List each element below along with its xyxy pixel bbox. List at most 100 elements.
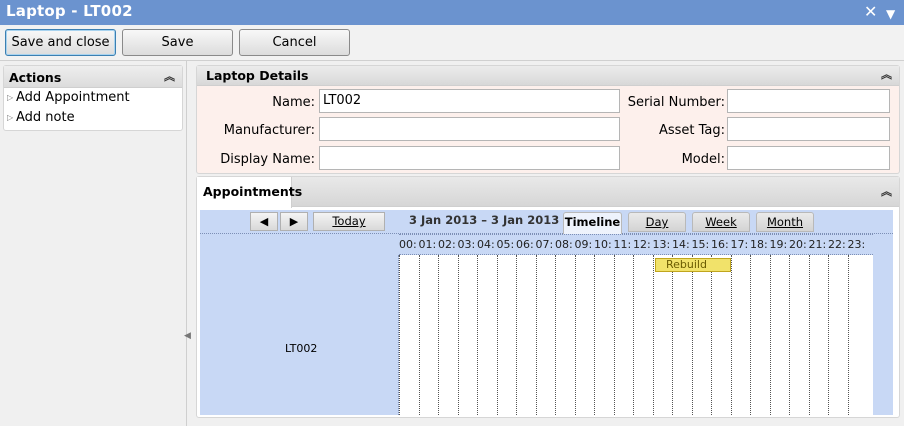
expand-triangle-icon: ▷ [7,113,14,122]
actions-title: Actions [9,70,62,85]
hour-gridline [711,255,712,415]
hour-gridline [594,255,595,415]
display-name-field[interactable] [319,146,620,170]
hour-label: 06: [516,238,534,251]
hour-label: 20: [789,238,807,251]
serial-number-label: Serial Number: [627,95,725,110]
hour-gridline [652,255,654,415]
save-button[interactable]: Save [122,29,233,56]
hour-label: 18: [750,238,768,251]
toolbar: Save and close Save Cancel [0,25,904,61]
hour-label: 04: [477,238,495,251]
manufacturer-label: Manufacturer: [223,123,315,138]
hour-label: 15: [691,238,710,251]
tab-day[interactable]: Day [628,212,686,232]
tab-week[interactable]: Week [692,212,750,232]
action-add-note[interactable]: ▷ Add note [4,108,182,128]
model-label: Model: [681,152,725,167]
hour-label: 05: [496,238,515,251]
appointments-panel: ︽ Appointments ◀ ▶ Today 3 Jan 2013 – 3 … [196,176,900,418]
hour-gridline [808,255,810,415]
hour-gridline [750,255,751,415]
collapse-icon[interactable]: ︽ [881,183,892,199]
details-title: Laptop Details [206,68,309,83]
window-titlebar: Laptop - LT002 ✕ ▼ [0,0,904,25]
timeline-hours-header: 00: 01: 02: 03: 04: 05: 06: 07: 08: 09: 10: 11: 12: 1… [399,234,873,255]
hour-gridline [477,255,478,415]
date-range: 3 Jan 2013 – 3 Jan 2013 [409,213,560,227]
hour-gridline [555,255,556,415]
hour-gridline [828,255,829,415]
hour-gridline [672,255,673,415]
resource-column: LT002 [200,255,399,415]
resource-label: LT002 [285,342,318,355]
name-label: Name: [272,95,315,110]
hour-gridline [789,255,790,415]
hour-gridline [496,255,498,415]
next-button[interactable]: ▶ [280,212,308,231]
hour-gridline [418,255,420,415]
tab-month[interactable]: Month [756,212,814,232]
window-title: Laptop - LT002 [6,2,133,20]
model-field[interactable] [727,146,890,170]
hour-label: 16: [711,238,729,251]
hour-label: 23: [847,238,866,251]
hour-gridline [438,255,439,415]
hour-label: 01: [418,238,437,251]
today-button[interactable]: Today [313,212,385,231]
hour-gridline [730,255,732,415]
hour-label: 08: [555,238,573,251]
action-add-appointment[interactable]: ▷ Add Appointment [4,88,182,108]
serial-number-field[interactable] [727,89,890,113]
hour-label: 00: [399,238,417,251]
hour-label: 09: [574,238,593,251]
timeline-grid[interactable]: Rebuild [399,255,873,415]
hour-label: 14: [672,238,690,251]
asset-tag-label: Asset Tag: [658,123,725,138]
display-name-label: Display Name: [220,152,315,167]
hour-gridline [457,255,459,415]
actions-panel: Actions ︽ ▷ Add Appointment ▷ Add note [3,65,183,131]
action-label: Add note [16,110,75,125]
hour-gridline [847,255,849,415]
tab-appointments[interactable]: Appointments [197,177,302,208]
hour-label: 10: [594,238,612,251]
manufacturer-field[interactable] [319,117,620,141]
collapse-icon[interactable]: ︽ [881,66,892,82]
left-panel: Actions ︽ ▷ Add Appointment ▷ Add note ◀ [0,61,191,426]
splitter-collapse-icon[interactable]: ◀ [184,331,191,341]
collapse-icon[interactable]: ︽ [164,68,175,84]
appointment-event[interactable]: Rebuild [655,258,731,272]
scheduler: ◀ ▶ Today 3 Jan 2013 – 3 Jan 2013 Timeli… [200,210,893,415]
hour-label: 22: [828,238,846,251]
hour-label: 07: [535,238,554,251]
hour-label: 17: [730,238,749,251]
name-field[interactable]: LT002 [319,89,620,113]
cancel-button[interactable]: Cancel [239,29,350,56]
hour-gridline [769,255,771,415]
asset-tag-field[interactable] [727,117,890,141]
save-and-close-button[interactable]: Save and close [5,29,116,56]
appointments-header: ︽ [197,177,899,207]
hour-label: 03: [457,238,476,251]
hour-label: 21: [808,238,827,251]
hour-gridline [574,255,576,415]
action-label: Add Appointment [16,90,130,105]
actions-header[interactable]: Actions ︽ [4,66,182,88]
expand-triangle-icon: ▷ [7,93,14,102]
hour-gridline [633,255,634,415]
chevron-down-icon[interactable]: ▼ [886,4,895,24]
hour-gridline [691,255,693,415]
hour-label: 12: [633,238,651,251]
prev-button[interactable]: ◀ [250,212,278,231]
hour-label: 11: [613,238,632,251]
hour-gridline [399,255,400,415]
hour-label: 13: [652,238,671,251]
scheduler-scroll-area [873,234,893,415]
hour-gridline [613,255,615,415]
details-header: Laptop Details ︽ [197,66,899,86]
hour-label: 02: [438,238,456,251]
tab-timeline[interactable]: Timeline [563,212,622,234]
pin-icon[interactable]: ✕ [864,2,877,22]
hour-gridline [516,255,517,415]
